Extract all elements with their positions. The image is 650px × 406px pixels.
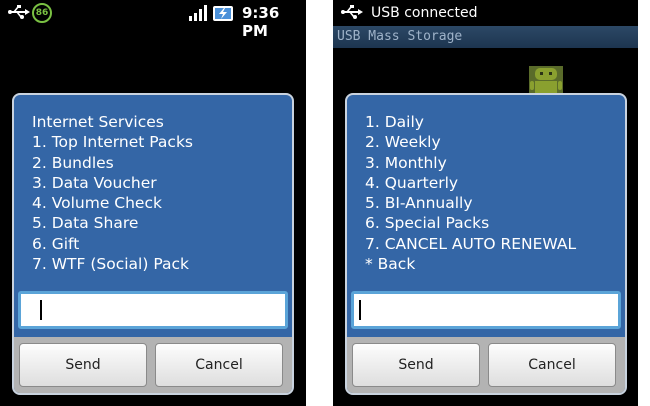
- usb-status-text: USB connected: [371, 5, 478, 21]
- button-bar: Send Cancel: [14, 337, 292, 393]
- phone-screen-left: 86 9:36 PM Internet Services 1. Top Inte…: [0, 0, 306, 406]
- android-robot-icon: [529, 66, 563, 94]
- notification-bar[interactable]: USB Mass Storage: [333, 26, 638, 48]
- usb-icon: [8, 5, 30, 19]
- menu-line: 6. Gift: [32, 234, 80, 253]
- ussd-menu: Internet Services 1. Top Internet Packs …: [32, 112, 193, 274]
- phone-screen-right: USB connected USB Mass Storage 1. Daily …: [333, 0, 638, 406]
- ussd-dialog: Internet Services 1. Top Internet Packs …: [12, 93, 294, 395]
- notification-badge: 86: [32, 3, 52, 23]
- usb-icon: [341, 5, 363, 19]
- menu-line: 3. Data Voucher: [32, 173, 157, 192]
- status-bar: USB connected: [333, 0, 638, 26]
- menu-line: 5. Data Share: [32, 214, 139, 233]
- ussd-reply-input[interactable]: [351, 291, 621, 329]
- cancel-button[interactable]: Cancel: [155, 343, 283, 387]
- menu-line: 7. WTF (Social) Pack: [32, 255, 189, 274]
- status-bar: 86 9:36 PM: [0, 0, 306, 40]
- button-bar: Send Cancel: [347, 337, 625, 393]
- ussd-menu: 1. Daily 2. Weekly 3. Monthly 4. Quarter…: [365, 112, 576, 274]
- text-cursor: [40, 300, 42, 320]
- signal-icon: [189, 5, 207, 21]
- menu-line: 1. Daily: [365, 113, 424, 131]
- menu-line: 3. Monthly: [365, 153, 447, 172]
- ussd-reply-input[interactable]: [18, 291, 288, 329]
- battery-charging-icon: [213, 6, 233, 21]
- ussd-dialog: 1. Daily 2. Weekly 3. Monthly 4. Quarter…: [345, 93, 627, 395]
- menu-line: 5. BI-Annually: [365, 194, 473, 213]
- send-button[interactable]: Send: [352, 343, 480, 387]
- menu-line: * Back: [365, 255, 416, 274]
- menu-line: 7. CANCEL AUTO RENEWAL: [365, 234, 577, 253]
- menu-line: 6. Special Packs: [365, 214, 490, 233]
- text-cursor: [359, 300, 361, 320]
- menu-line: 2. Bundles: [32, 153, 114, 172]
- menu-line: Internet Services: [32, 113, 164, 131]
- clock: 9:36 PM: [242, 4, 280, 40]
- menu-line: 4. Quarterly: [365, 173, 459, 192]
- cancel-button[interactable]: Cancel: [488, 343, 616, 387]
- menu-line: 1. Top Internet Packs: [32, 133, 193, 152]
- menu-line: 2. Weekly: [365, 133, 441, 152]
- send-button[interactable]: Send: [19, 343, 147, 387]
- menu-line: 4. Volume Check: [32, 194, 162, 213]
